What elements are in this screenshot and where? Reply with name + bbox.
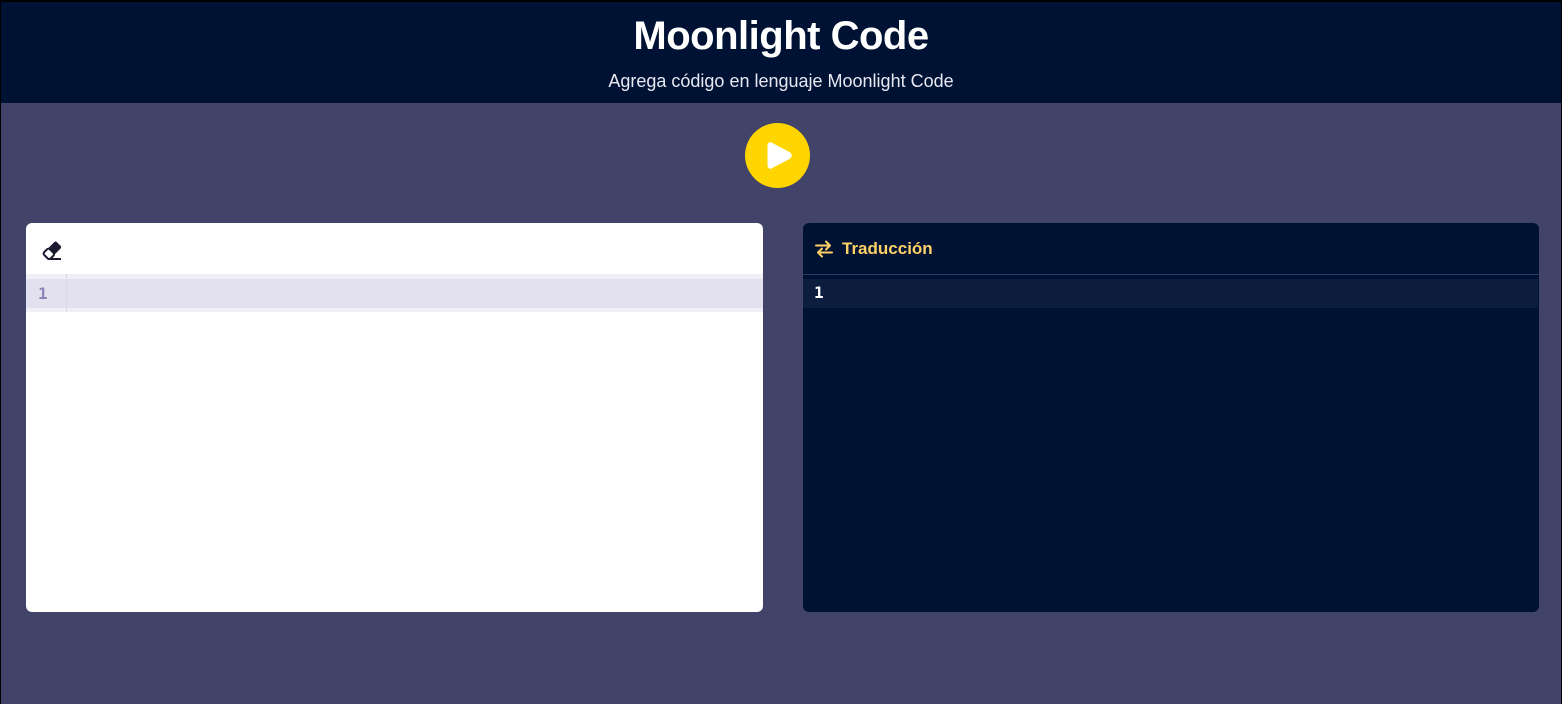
play-icon <box>767 142 792 169</box>
translation-panel: Traducción 1 <box>803 223 1539 612</box>
code-editor-panel: 1 <box>26 223 763 612</box>
swap-arrows-icon <box>815 240 833 258</box>
translation-title: Traducción <box>842 239 933 258</box>
page-header: Moonlight Code Agrega código en lenguaje… <box>1 2 1561 103</box>
page-subtitle: Agrega código en lenguaje Moonlight Code <box>608 71 954 91</box>
line-number: 1 <box>38 284 48 303</box>
run-button[interactable] <box>745 123 810 188</box>
translation-toolbar: Traducción <box>803 223 1539 275</box>
eraser-icon[interactable] <box>40 238 64 262</box>
line-number: 1 <box>814 283 824 302</box>
active-line-highlight <box>26 279 763 308</box>
editor-gutter: 1 <box>26 274 67 312</box>
code-input-area[interactable]: 1 <box>26 274 763 312</box>
editor-toolbar <box>26 223 763 274</box>
translation-output: 1 <box>803 279 1538 308</box>
page-title: Moonlight Code <box>633 14 929 58</box>
app-frame: Moonlight Code Agrega código en lenguaje… <box>1 2 1561 704</box>
